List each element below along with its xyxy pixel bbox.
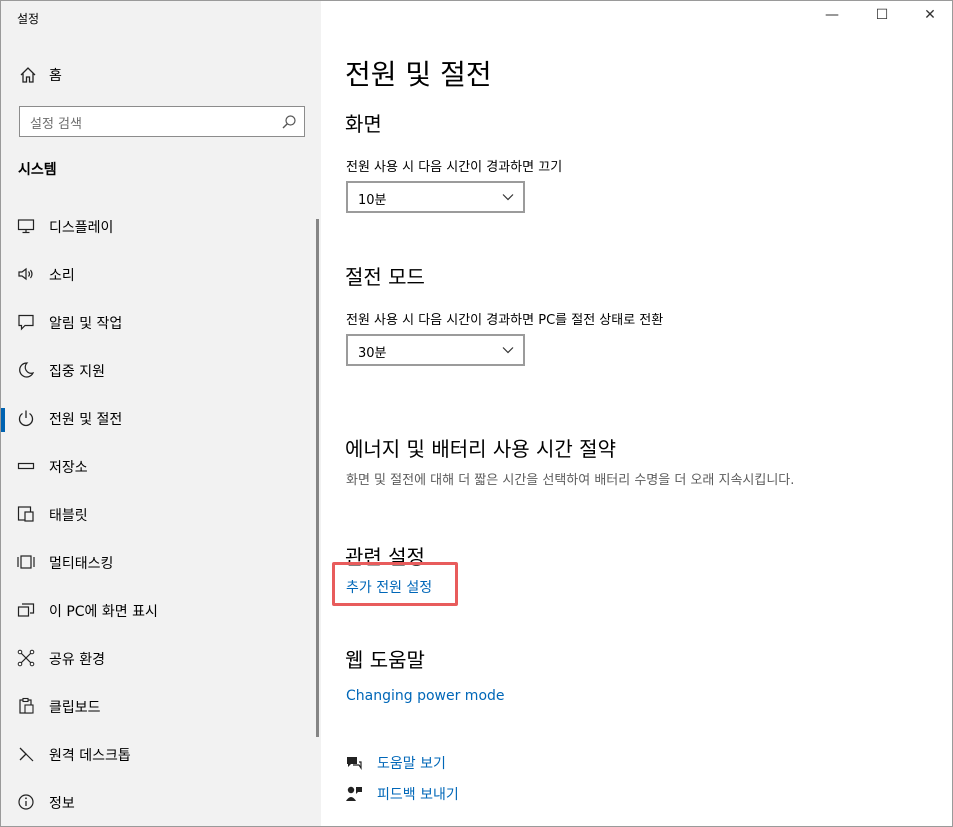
app-title: 설정 bbox=[17, 12, 40, 26]
energy-heading: 에너지 및 배터리 사용 시간 절약 bbox=[345, 437, 616, 461]
screen-timeout-dropdown[interactable]: 10분 bbox=[346, 181, 525, 213]
sidebar-item-project[interactable]: 이 PC에 화면 표시 bbox=[1, 587, 317, 635]
page-title: 전원 및 절전 bbox=[345, 58, 492, 91]
sidebar-item-label: 이 PC에 화면 표시 bbox=[49, 604, 158, 620]
search-placeholder: 설정 검색 bbox=[30, 117, 82, 132]
monitor-icon bbox=[17, 219, 35, 234]
sidebar-item-multitasking[interactable]: 멀티태스킹 bbox=[1, 539, 317, 587]
sidebar: 설정 홈 설정 검색 시스템 디스플레이 소리 알림 및 작업 집중 지원 전원… bbox=[1, 1, 321, 826]
search-icon bbox=[282, 115, 296, 129]
tablet-icon bbox=[17, 506, 34, 522]
shared-icon bbox=[17, 649, 35, 667]
project-icon bbox=[17, 603, 35, 617]
screen-timeout-value: 10분 bbox=[358, 193, 387, 208]
sidebar-item-label: 알림 및 작업 bbox=[49, 316, 123, 332]
info-icon bbox=[18, 794, 34, 810]
settings-window: 설정 홈 설정 검색 시스템 디스플레이 소리 알림 및 작업 집중 지원 전원… bbox=[0, 0, 953, 827]
sidebar-item-label: 소리 bbox=[49, 268, 75, 284]
sidebar-item-shared[interactable]: 공유 환경 bbox=[1, 635, 317, 683]
power-icon bbox=[18, 410, 34, 427]
active-indicator bbox=[1, 408, 5, 432]
moon-icon bbox=[19, 362, 35, 378]
notification-icon bbox=[18, 314, 34, 331]
additional-power-settings-link[interactable]: 추가 전원 설정 bbox=[346, 577, 432, 597]
sidebar-home[interactable]: 홈 bbox=[1, 57, 321, 93]
screen-timeout-label: 전원 사용 시 다음 시간이 경과하면 끄기 bbox=[346, 160, 563, 175]
feedback-icon bbox=[346, 786, 362, 801]
sidebar-home-label: 홈 bbox=[49, 68, 62, 84]
sidebar-item-label: 원격 데스크톱 bbox=[49, 748, 131, 764]
close-button[interactable]: ✕ bbox=[907, 7, 952, 23]
sidebar-item-about[interactable]: 정보 bbox=[1, 779, 317, 826]
sidebar-scrollbar[interactable] bbox=[316, 219, 319, 737]
sidebar-item-label: 공유 환경 bbox=[49, 652, 105, 668]
search-input[interactable]: 설정 검색 bbox=[19, 106, 305, 137]
changing-power-mode-link[interactable]: Changing power mode bbox=[346, 688, 505, 704]
sleep-timeout-dropdown[interactable]: 30분 bbox=[346, 334, 525, 366]
sidebar-item-remote-desktop[interactable]: 원격 데스크톱 bbox=[1, 731, 317, 779]
sidebar-section-title: 시스템 bbox=[18, 162, 57, 178]
sidebar-item-label: 디스플레이 bbox=[49, 220, 114, 236]
feedback-link[interactable]: 피드백 보내기 bbox=[377, 784, 459, 804]
sidebar-item-sound[interactable]: 소리 bbox=[1, 251, 317, 299]
sidebar-item-storage[interactable]: 저장소 bbox=[1, 443, 317, 491]
remote-desktop-icon bbox=[19, 747, 34, 762]
storage-icon bbox=[17, 462, 35, 470]
sidebar-item-power-sleep[interactable]: 전원 및 절전 bbox=[1, 395, 317, 443]
sleep-timeout-label: 전원 사용 시 다음 시간이 경과하면 PC를 절전 상태로 전환 bbox=[346, 313, 664, 328]
web-help-heading: 웹 도움말 bbox=[345, 648, 425, 672]
home-icon bbox=[20, 67, 36, 83]
sidebar-item-label: 정보 bbox=[49, 796, 75, 812]
chevron-down-icon bbox=[502, 194, 514, 201]
sidebar-item-label: 멀티태스킹 bbox=[49, 556, 114, 572]
sidebar-item-label: 태블릿 bbox=[49, 508, 88, 524]
chevron-down-icon bbox=[502, 347, 514, 354]
sidebar-item-label: 집중 지원 bbox=[49, 364, 105, 380]
sidebar-item-focus-assist[interactable]: 집중 지원 bbox=[1, 347, 317, 395]
sidebar-item-notifications[interactable]: 알림 및 작업 bbox=[1, 299, 317, 347]
main-content: — ☐ ✕ 전원 및 절전 화면 전원 사용 시 다음 시간이 경과하면 끄기 … bbox=[321, 1, 952, 826]
sidebar-item-label: 클립보드 bbox=[49, 700, 101, 716]
sidebar-item-display[interactable]: 디스플레이 bbox=[1, 203, 317, 251]
feedback-row[interactable]: 피드백 보내기 bbox=[345, 783, 545, 805]
sidebar-nav: 디스플레이 소리 알림 및 작업 집중 지원 전원 및 절전 저장소 태블릿 멀… bbox=[1, 203, 321, 826]
help-chat-icon bbox=[347, 757, 362, 770]
energy-description: 화면 및 절전에 대해 더 짧은 시간을 선택하여 배터리 수명을 더 오래 지… bbox=[346, 473, 795, 488]
sidebar-item-tablet[interactable]: 태블릿 bbox=[1, 491, 317, 539]
speaker-icon bbox=[18, 267, 33, 281]
sleep-timeout-value: 30분 bbox=[358, 346, 387, 361]
sidebar-item-label: 저장소 bbox=[49, 460, 88, 476]
get-help-row[interactable]: 도움말 보기 bbox=[345, 752, 545, 774]
maximize-button[interactable]: ☐ bbox=[859, 7, 905, 23]
get-help-link[interactable]: 도움말 보기 bbox=[377, 753, 446, 773]
minimize-button[interactable]: — bbox=[809, 7, 855, 23]
sleep-heading: 절전 모드 bbox=[345, 265, 425, 289]
sidebar-item-clipboard[interactable]: 클립보드 bbox=[1, 683, 317, 731]
sidebar-item-label: 전원 및 절전 bbox=[49, 412, 123, 428]
multitasking-icon bbox=[17, 555, 35, 569]
clipboard-icon bbox=[19, 697, 34, 714]
screen-heading: 화면 bbox=[345, 112, 382, 136]
